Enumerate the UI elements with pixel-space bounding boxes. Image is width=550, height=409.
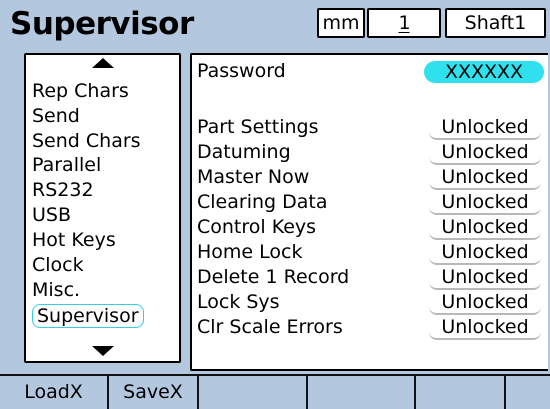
password-field[interactable]: XXXXXX	[424, 61, 544, 83]
softkey-load[interactable]: LoadX	[0, 374, 109, 409]
setting-value[interactable]: Unlocked	[429, 141, 541, 165]
softkey-5[interactable]	[416, 374, 506, 409]
setting-value[interactable]: Unlocked	[429, 316, 541, 340]
softkey-4[interactable]	[308, 374, 416, 409]
units-indicator[interactable]: mm	[317, 8, 365, 38]
channel-number: 1	[398, 12, 410, 34]
menu-item-usb[interactable]: USB	[32, 204, 71, 226]
softkey-3[interactable]	[199, 374, 308, 409]
setting-label: Home Lock	[197, 241, 303, 263]
password-label: Password	[197, 60, 286, 82]
menu-item-misc[interactable]: Misc.	[32, 279, 80, 301]
settings-panel: Password XXXXXX Part Settings Unlocked D…	[190, 53, 548, 371]
menu-item-rs232[interactable]: RS232	[32, 179, 94, 201]
menu-item-clock[interactable]: Clock	[32, 254, 84, 276]
setting-label: Clearing Data	[197, 191, 328, 213]
scroll-up-icon[interactable]	[92, 58, 114, 68]
softkey-save[interactable]: SaveX	[109, 374, 199, 409]
part-indicator[interactable]: Shaft1	[445, 8, 546, 38]
setting-value[interactable]: Unlocked	[429, 291, 541, 315]
softkey-6[interactable]	[506, 374, 550, 409]
setting-label: Datuming	[197, 141, 291, 163]
setting-label: Master Now	[197, 166, 310, 188]
setting-label: Clr Scale Errors	[197, 316, 343, 338]
setting-label: Lock Sys	[197, 291, 280, 313]
setting-value[interactable]: Unlocked	[429, 191, 541, 215]
setting-value[interactable]: Unlocked	[429, 266, 541, 290]
settings-menu: Rep Chars Send Send Chars Parallel RS232…	[24, 53, 181, 363]
menu-item-send[interactable]: Send	[32, 105, 80, 127]
setting-label: Control Keys	[197, 216, 317, 238]
menu-item-parallel[interactable]: Parallel	[32, 154, 101, 176]
setting-value[interactable]: Unlocked	[429, 216, 541, 240]
menu-item-send-chars[interactable]: Send Chars	[32, 130, 141, 152]
scroll-down-icon[interactable]	[92, 346, 114, 356]
channel-indicator[interactable]: 1	[367, 8, 441, 38]
menu-item-supervisor[interactable]: Supervisor	[32, 304, 144, 328]
setting-value[interactable]: Unlocked	[429, 166, 541, 190]
setting-value[interactable]: Unlocked	[429, 116, 541, 140]
softkey-bar: LoadX SaveX	[0, 374, 550, 409]
setting-value[interactable]: Unlocked	[429, 241, 541, 265]
menu-item-rep-chars[interactable]: Rep Chars	[32, 80, 129, 102]
page-title: Supervisor	[10, 6, 194, 42]
setting-label: Part Settings	[197, 116, 319, 138]
setting-label: Delete 1 Record	[197, 266, 350, 288]
menu-item-hot-keys[interactable]: Hot Keys	[32, 229, 116, 251]
